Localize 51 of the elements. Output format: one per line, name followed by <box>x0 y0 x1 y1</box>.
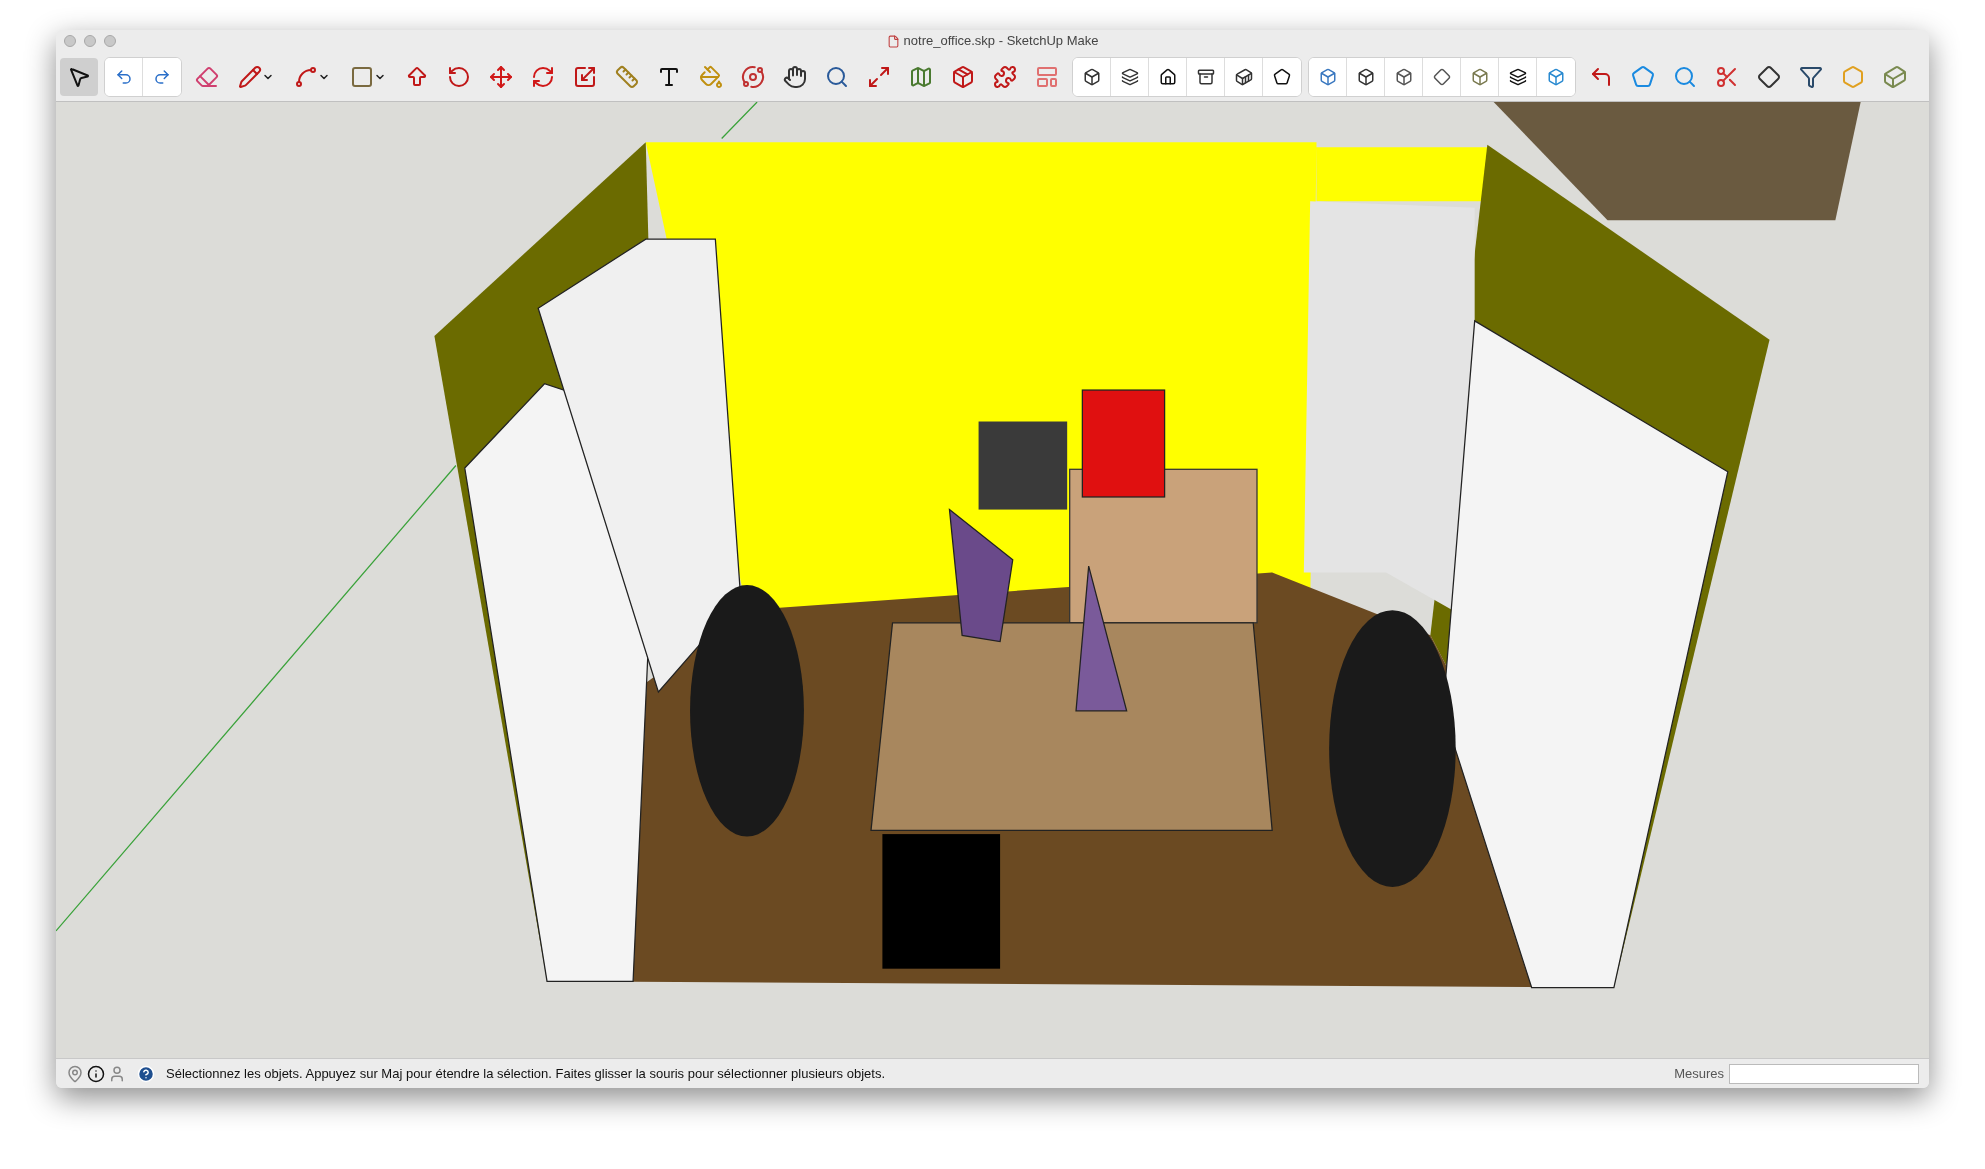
house-icon <box>1158 67 1177 86</box>
window-title: notre_office.skp - SketchUp Make <box>903 32 1099 51</box>
scissors-icon <box>1715 64 1739 89</box>
eraser-icon <box>195 64 219 89</box>
xray-tool-button[interactable] <box>1309 57 1347 96</box>
box-icon <box>1318 67 1337 86</box>
box-icon <box>1394 67 1413 86</box>
diamond-icon <box>1757 64 1781 89</box>
pentagon-icon <box>1631 64 1655 89</box>
box-icon <box>1470 67 1489 86</box>
pencil-icon <box>238 64 262 89</box>
cube-icon <box>1883 64 1907 89</box>
curved-arrow-icon <box>447 64 471 89</box>
scale-icon <box>573 64 597 89</box>
rotate-icon <box>531 64 555 89</box>
tape-measure-icon <box>615 64 639 89</box>
puzzle-icon <box>993 64 1017 89</box>
box-icon <box>1547 67 1565 86</box>
layers-icon <box>1508 67 1527 86</box>
layers-icon <box>1120 67 1139 86</box>
undo-icon <box>114 67 133 86</box>
search-icon <box>825 64 849 89</box>
iso-tool-button[interactable] <box>1073 57 1111 96</box>
rectangle-icon <box>350 64 374 89</box>
measurements-field[interactable] <box>1729 1063 1919 1084</box>
zoom-extents-icon <box>867 64 891 89</box>
redo-icon <box>153 67 171 86</box>
info-icon[interactable] <box>87 1064 105 1083</box>
move-icon <box>489 64 513 89</box>
help-icon[interactable] <box>137 1064 155 1083</box>
package-icon <box>951 64 975 89</box>
archive-icon <box>1196 67 1215 86</box>
container-icon <box>1234 67 1253 86</box>
box-icon <box>1082 67 1101 86</box>
paint-bucket-icon <box>699 64 723 89</box>
map-icon <box>909 64 933 89</box>
measurements-label: Mesures <box>1674 1064 1724 1083</box>
funnel-icon <box>1799 64 1823 89</box>
search-icon <box>1673 64 1697 89</box>
push-pull-icon <box>405 64 429 89</box>
diamond-icon <box>1432 67 1451 86</box>
document-icon <box>886 34 900 48</box>
hand-icon <box>783 64 807 89</box>
layout-icon <box>1035 64 1059 89</box>
status-message: Sélectionnez les objets. Appuyez sur Maj pour étendre la sélection. Faites glisser la souris pour sélectionner plusieurs objets. <box>166 1064 885 1083</box>
select-tool-button[interactable] <box>60 57 98 96</box>
hexagon-icon <box>1841 64 1865 89</box>
undo-tool-button[interactable] <box>105 57 143 96</box>
arc-icon <box>294 64 318 89</box>
box-icon <box>1356 67 1375 86</box>
orbit-icon <box>741 64 765 89</box>
